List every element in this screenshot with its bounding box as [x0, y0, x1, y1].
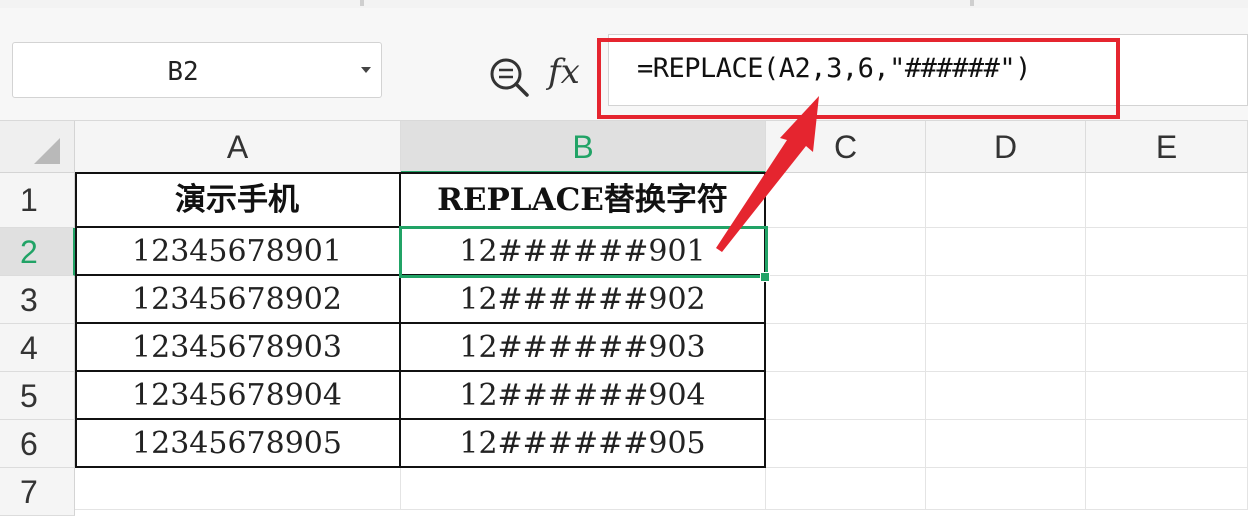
- empty-cell[interactable]: [766, 276, 926, 324]
- empty-cell[interactable]: [766, 228, 926, 276]
- column-header-e[interactable]: E: [1086, 121, 1248, 173]
- row-header-5[interactable]: 5: [0, 372, 75, 420]
- row-header-7[interactable]: 7: [0, 468, 75, 516]
- splitter-mark: [360, 0, 364, 6]
- empty-cell[interactable]: [1086, 276, 1248, 324]
- empty-cell[interactable]: [1086, 173, 1248, 228]
- selected-cell-outline: [399, 226, 768, 278]
- fx-icon[interactable]: fx: [548, 52, 580, 92]
- cell-b5[interactable]: 12######904: [401, 372, 766, 420]
- zoom-formula-icon[interactable]: [488, 56, 530, 98]
- empty-cell[interactable]: [1086, 228, 1248, 276]
- row-header-2[interactable]: 2: [0, 228, 75, 276]
- select-all-corner[interactable]: [0, 121, 75, 173]
- table-left-border: [75, 173, 77, 468]
- cell-b3[interactable]: 12######902: [401, 276, 766, 324]
- column-header-c[interactable]: C: [766, 121, 926, 173]
- cell-b1[interactable]: REPLACE替换字符: [401, 173, 766, 228]
- empty-cell[interactable]: [401, 468, 766, 510]
- empty-cell[interactable]: [1086, 324, 1248, 372]
- cell-a3[interactable]: 12345678902: [75, 276, 401, 324]
- column-header-a[interactable]: A: [75, 121, 401, 173]
- cell-a6[interactable]: 12345678905: [75, 420, 401, 468]
- empty-cell[interactable]: [926, 372, 1086, 420]
- empty-cell[interactable]: [766, 324, 926, 372]
- column-header-d[interactable]: D: [926, 121, 1086, 173]
- empty-cell[interactable]: [766, 173, 926, 228]
- annotation-highlight-box: [597, 38, 1120, 119]
- empty-cell[interactable]: [766, 420, 926, 468]
- cell-b4[interactable]: 12######903: [401, 324, 766, 372]
- cell-a5[interactable]: 12345678904: [75, 372, 401, 420]
- cell-a2[interactable]: 12345678901: [75, 228, 401, 276]
- row-header-3[interactable]: 3: [0, 276, 75, 324]
- empty-cell[interactable]: [926, 276, 1086, 324]
- empty-cell[interactable]: [926, 324, 1086, 372]
- empty-cell[interactable]: [1086, 420, 1248, 468]
- empty-cell[interactable]: [926, 468, 1086, 510]
- row-header-4[interactable]: 4: [0, 324, 75, 372]
- column-header-b[interactable]: B: [401, 121, 766, 173]
- empty-cell[interactable]: [1086, 372, 1248, 420]
- row-header-1[interactable]: 1: [0, 173, 75, 228]
- cell-a4[interactable]: 12345678903: [75, 324, 401, 372]
- row-header-6[interactable]: 6: [0, 420, 75, 468]
- name-box[interactable]: B2: [12, 42, 382, 98]
- empty-cell[interactable]: [926, 228, 1086, 276]
- empty-cell[interactable]: [75, 468, 401, 510]
- fill-handle[interactable]: [760, 272, 770, 282]
- empty-cell[interactable]: [926, 420, 1086, 468]
- name-box-value: B2: [167, 57, 199, 87]
- empty-cell[interactable]: [1086, 468, 1248, 510]
- empty-cell[interactable]: [926, 173, 1086, 228]
- empty-cell[interactable]: [766, 372, 926, 420]
- cell-b6[interactable]: 12######905: [401, 420, 766, 468]
- splitter-mark: [970, 0, 974, 6]
- chevron-down-icon[interactable]: [361, 67, 371, 73]
- formula-bar-area: B2 fx =REPLACE(A2,3,6,"######"): [0, 8, 1248, 121]
- empty-cell[interactable]: [766, 468, 926, 510]
- cell-a1[interactable]: 演示手机: [75, 173, 401, 228]
- table-top-border: [75, 172, 766, 174]
